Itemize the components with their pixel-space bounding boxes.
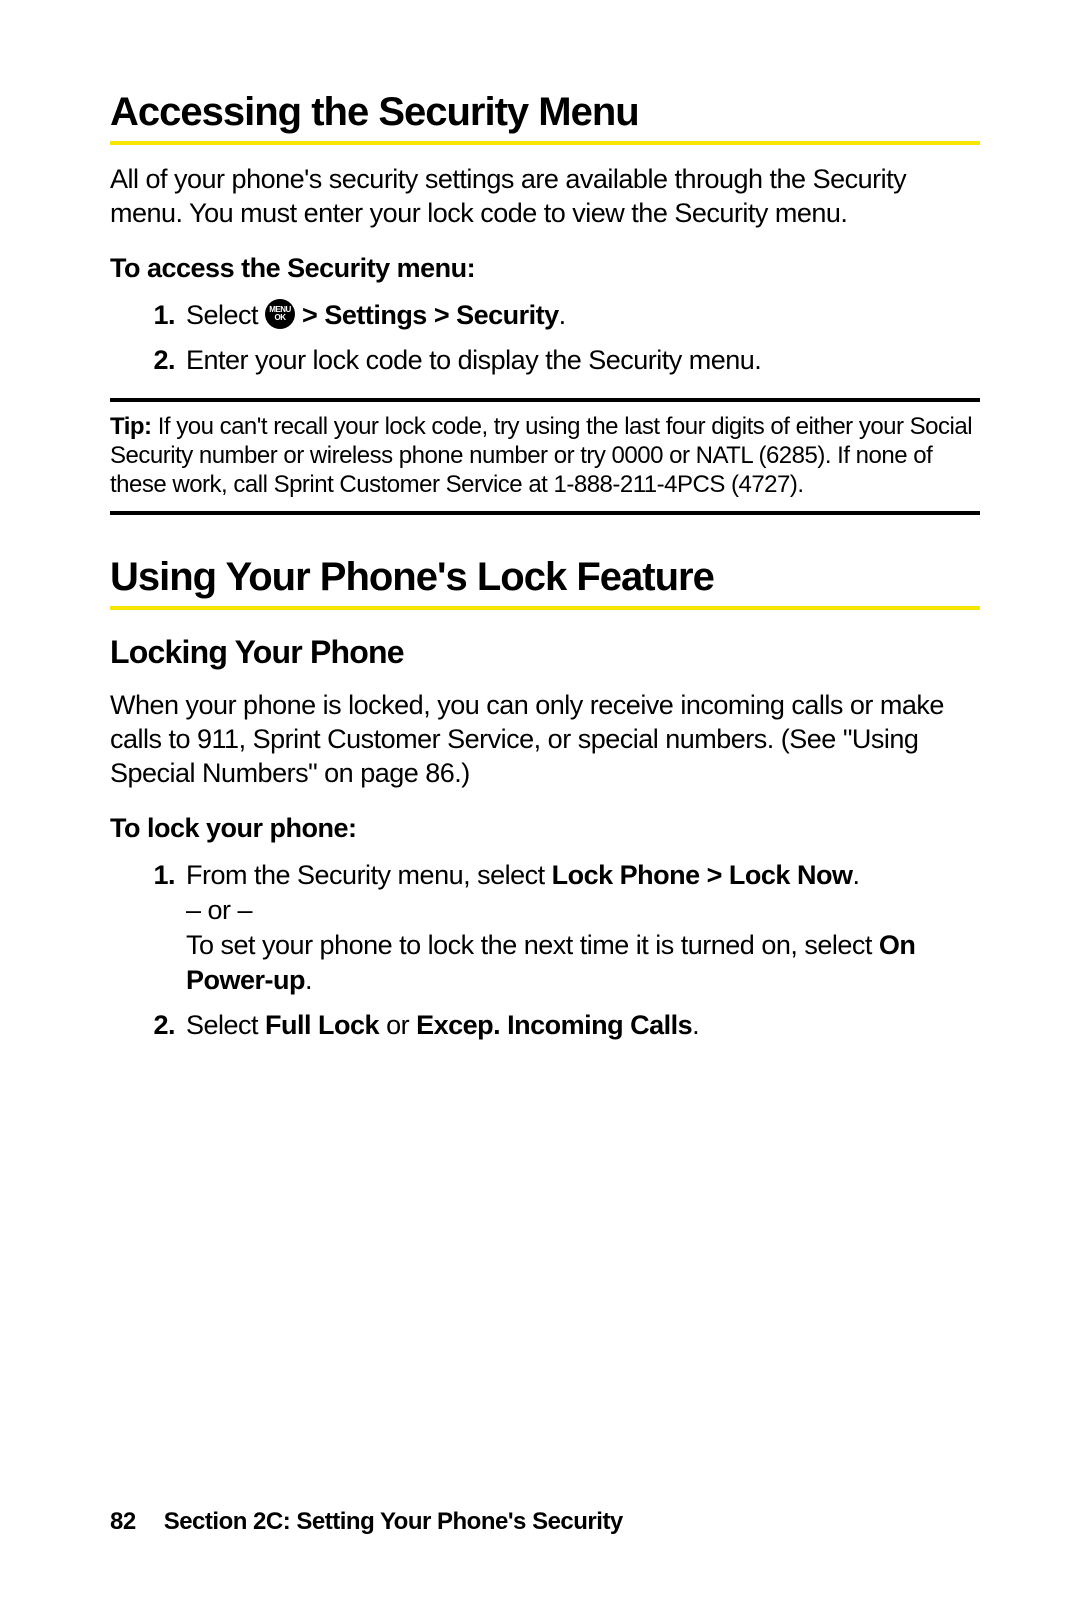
subhead-to-lock-phone: To lock your phone: [110, 813, 980, 844]
bold-full-lock: Full Lock [265, 1010, 379, 1040]
steps-lock-phone: From the Security menu, select Lock Phon… [110, 858, 980, 1043]
heading-accessing-security-menu: Accessing the Security Menu [110, 90, 980, 145]
subhead-access-security-menu: To access the Security menu: [110, 253, 980, 284]
page-footer: 82 Section 2C: Setting Your Phone's Secur… [110, 1508, 623, 1536]
page-number: 82 [110, 1508, 136, 1535]
tip-box: Tip: If you can't recall your lock code,… [110, 398, 980, 516]
tip-label: Tip: [110, 413, 152, 440]
subheading-locking-your-phone: Locking Your Phone [110, 634, 980, 671]
step-1-select-settings: Select MENUOK > Settings > Security. [182, 298, 980, 333]
page-content: Accessing the Security Menu All of your … [0, 0, 1080, 1043]
intro-paragraph-1: All of your phone's security settings ar… [110, 163, 980, 231]
menu-ok-icon: MENUOK [265, 299, 295, 329]
intro-paragraph-2: When your phone is locked, you can only … [110, 689, 980, 790]
step-2-full-lock: Select Full Lock or Excep. Incoming Call… [182, 1008, 980, 1043]
bold-lock-phone-lock-now: Lock Phone > Lock Now [552, 860, 853, 890]
step-text: Select [186, 300, 265, 330]
step-1-lock-now: From the Security menu, select Lock Phon… [182, 858, 980, 998]
step-bold-path: > Settings > Security [295, 300, 559, 330]
heading-using-lock-feature: Using Your Phone's Lock Feature [110, 555, 980, 610]
steps-access-security: Select MENUOK > Settings > Security. Ent… [110, 298, 980, 378]
tip-text: If you can't recall your lock code, try … [110, 413, 972, 499]
step-2-enter-lock-code: Enter your lock code to display the Secu… [182, 343, 980, 378]
bold-excep-incoming-calls: Excep. Incoming Calls [416, 1010, 692, 1040]
section-label: Section 2C: Setting Your Phone's Securit… [164, 1508, 623, 1535]
step-period: . [559, 300, 566, 330]
